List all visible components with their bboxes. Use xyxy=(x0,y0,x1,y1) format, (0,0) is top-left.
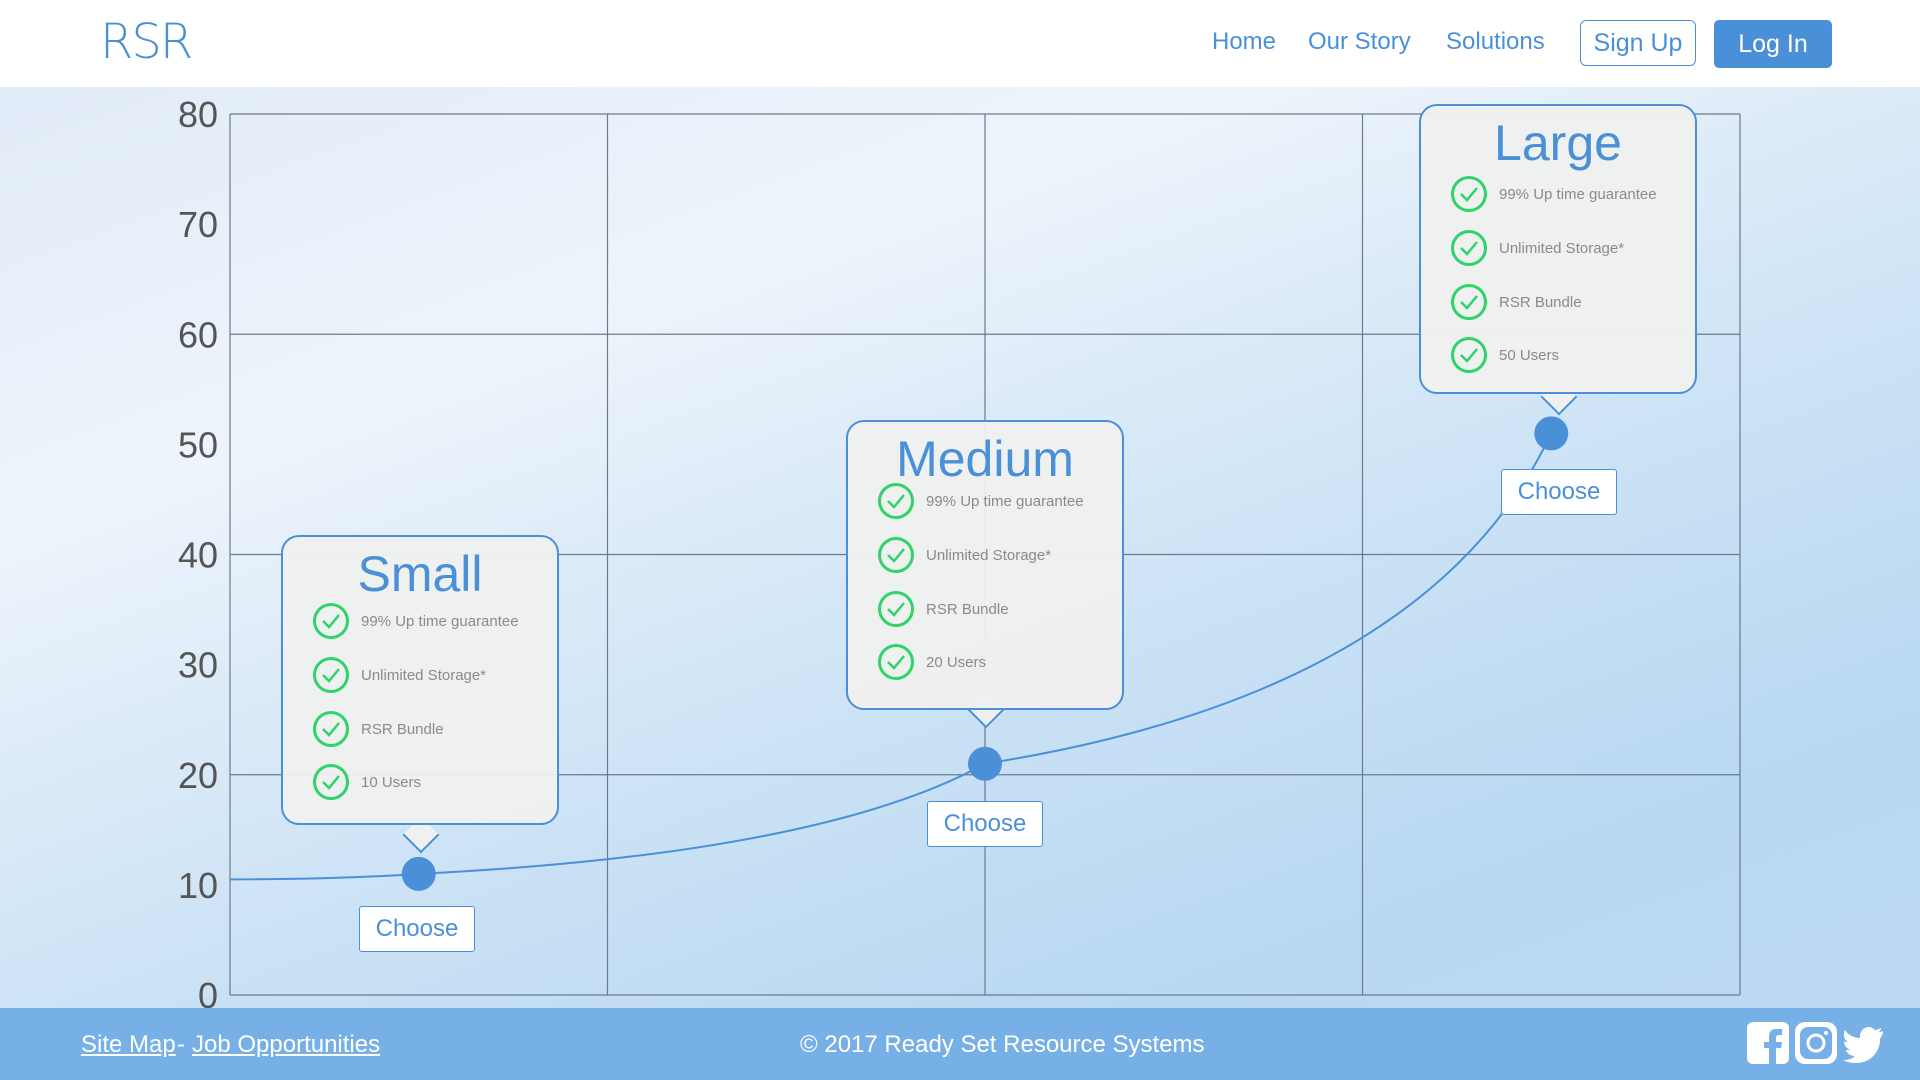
plan-card-medium: Medium 99% Up time guarantee Unlimited S… xyxy=(846,420,1124,710)
plan-title: Medium xyxy=(896,431,1074,487)
check-icon xyxy=(313,711,349,747)
y-tick-label: 30 xyxy=(178,645,218,686)
feature-item: 99% Up time guarantee xyxy=(313,601,519,641)
feature-item: Unlimited Storage* xyxy=(313,655,486,695)
check-icon xyxy=(878,537,914,573)
check-icon xyxy=(1451,176,1487,212)
check-icon xyxy=(1451,337,1487,373)
feature-item: 99% Up time guarantee xyxy=(1451,174,1657,214)
y-axis-ticks: 80706050403020100 xyxy=(178,94,218,1016)
check-icon xyxy=(313,603,349,639)
check-icon xyxy=(1451,284,1487,320)
plan-card-small: Small 99% Up time guarantee Unlimited St… xyxy=(281,535,559,825)
feature-item: Unlimited Storage* xyxy=(1451,228,1624,268)
choose-large-button[interactable]: Choose xyxy=(1501,469,1617,515)
check-icon xyxy=(1451,230,1487,266)
y-tick-label: 80 xyxy=(178,94,218,135)
facebook-icon[interactable] xyxy=(1747,1022,1789,1064)
footer-separator: - xyxy=(177,1031,185,1058)
feature-item: 50 Users xyxy=(1451,335,1559,375)
instagram-icon[interactable] xyxy=(1795,1022,1837,1064)
feature-item: RSR Bundle xyxy=(1451,282,1582,322)
data-point-large xyxy=(1534,416,1569,451)
check-icon xyxy=(878,644,914,680)
feature-item: RSR Bundle xyxy=(313,709,444,749)
feature-item: Unlimited Storage* xyxy=(878,535,1051,575)
job-opportunities-link[interactable]: Job Opportunities xyxy=(192,1031,380,1059)
plan-title: Small xyxy=(357,546,483,602)
data-point-medium xyxy=(968,746,1002,781)
y-tick-label: 60 xyxy=(178,314,218,355)
y-tick-label: 10 xyxy=(178,865,218,906)
plan-card-large: Large 99% Up time guarantee Unlimited St… xyxy=(1419,104,1697,394)
check-icon xyxy=(878,483,914,519)
choose-small-button[interactable]: Choose xyxy=(359,906,475,952)
check-icon xyxy=(313,657,349,693)
y-tick-label: 20 xyxy=(178,755,218,796)
twitter-icon[interactable] xyxy=(1843,1022,1885,1064)
copyright-text: © 2017 Ready Set Resource Systems xyxy=(800,1031,1205,1058)
data-point-small xyxy=(401,856,436,891)
plan-title: Large xyxy=(1494,115,1622,171)
feature-item: RSR Bundle xyxy=(878,589,1009,629)
check-icon xyxy=(313,764,349,800)
feature-item: 99% Up time guarantee xyxy=(878,481,1084,521)
y-tick-label: 50 xyxy=(178,424,218,465)
feature-item: 10 Users xyxy=(313,762,421,802)
check-icon xyxy=(878,591,914,627)
choose-medium-button[interactable]: Choose xyxy=(927,801,1043,847)
y-tick-label: 70 xyxy=(178,204,218,245)
site-map-link[interactable]: Site Map xyxy=(81,1031,176,1059)
feature-item: 20 Users xyxy=(878,642,986,682)
y-tick-label: 40 xyxy=(178,535,218,576)
